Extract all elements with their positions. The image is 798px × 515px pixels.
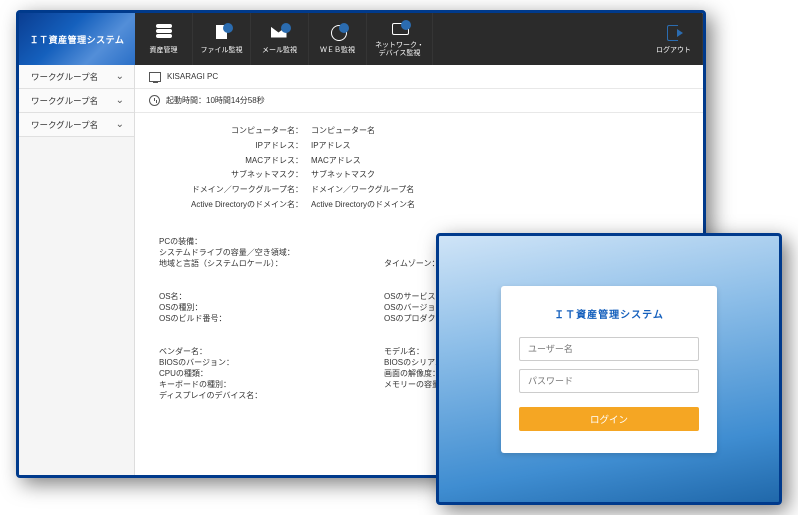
password-input[interactable] [519,369,699,393]
login-window: ＩＴ資産管理システム ログイン [436,233,782,505]
ip-value: IPアドレス [311,140,351,153]
brand-logo: ＩＴ資産管理システム [19,13,135,65]
subnet-value: サブネットマスク [311,169,375,182]
nav-network-label-2: デバイス監視 [379,50,421,57]
nav-logout[interactable]: ログアウト [645,13,703,65]
logout-icon [664,24,684,42]
monitor-icon [149,72,161,82]
domain-value: ドメイン／ワークグループ名 [311,184,414,197]
pc-name: KISARAGI PC [167,72,218,81]
database-icon [154,24,174,42]
sidebar-item-label: ワークグループ名 [31,71,98,83]
ip-label: IPアドレス： [159,140,311,153]
computer-name-value: コンピューター名 [311,125,375,138]
login-title: ＩＴ資産管理システム [519,306,699,321]
subnet-label: サブネットマスク： [159,169,311,182]
username-input[interactable] [519,337,699,361]
vendor-label: ベンダー名： [159,346,384,357]
file-icon [212,24,232,42]
header-bar: ＩＴ資産管理システム 資産管理 ファイル監視 メール監視 ＷＥＢ監視 ネ [19,13,703,65]
sidebar-item-workgroup-2[interactable]: ワークグループ名 ⌄ [19,89,134,113]
mac-value: MACアドレス [311,155,361,168]
uptime-row: 起動時間：10時間14分58秒 [135,89,703,113]
chevron-down-icon: ⌄ [116,95,124,106]
sidebar-item-label: ワークグループ名 [31,119,98,131]
sidebar-item-label: ワークグループ名 [31,95,98,107]
osbuild-label: OSのビルド番号： [159,313,384,324]
mac-label: MACアドレス： [159,155,311,168]
sidebar: ワークグループ名 ⌄ ワークグループ名 ⌄ ワークグループ名 ⌄ [19,65,135,475]
pc-row: KISARAGI PC [135,65,703,89]
globe-icon [328,24,348,42]
cpu-label: CPUの種類： [159,368,384,379]
biosver-label: BIOSのバージョン： [159,357,384,368]
nav-mail-label: メール監視 [262,45,297,55]
nav-logout-label: ログアウト [656,45,691,55]
uptime-label: 起動時間： [166,96,206,105]
ad-label: Active Directoryのドメイン名： [159,199,311,212]
nav-network-label-1: ネットワーク・ [375,42,424,49]
ostype-label: OSの種別： [159,302,384,313]
ad-value: Active Directoryのドメイン名 [311,199,415,212]
nav-assets-label: 資産管理 [150,45,178,55]
computer-name-label: コンピューター名： [159,125,311,138]
network-icon [390,21,410,39]
domain-label: ドメイン／ワークグループ名： [159,184,311,197]
login-button[interactable]: ログイン [519,407,699,431]
chevron-down-icon: ⌄ [116,71,124,82]
sidebar-item-workgroup-3[interactable]: ワークグループ名 ⌄ [19,113,134,137]
locale-label: 地域と言語（システムロケール）： [159,258,384,269]
nav-file[interactable]: ファイル監視 [193,13,251,65]
nav-file-label: ファイル監視 [201,45,243,55]
clock-icon [149,95,160,106]
nav: 資産管理 ファイル監視 メール監視 ＷＥＢ監視 ネットワーク・ デバイス監視 [135,13,703,65]
login-card: ＩＴ資産管理システム ログイン [501,286,717,453]
nav-network[interactable]: ネットワーク・ デバイス監視 [367,13,433,65]
keyboard-label: キーボードの種別： [159,379,384,390]
details-network: コンピューター名：コンピューター名 IPアドレス：IPアドレス MACアドレス：… [135,113,703,224]
nav-web-label: ＷＥＢ監視 [320,45,355,55]
uptime-value: 10時間14分58秒 [206,96,265,105]
osname-label: OS名： [159,291,384,302]
nav-mail[interactable]: メール監視 [251,13,309,65]
chevron-down-icon: ⌄ [116,119,124,130]
nav-assets[interactable]: 資産管理 [135,13,193,65]
sidebar-item-workgroup-1[interactable]: ワークグループ名 ⌄ [19,65,134,89]
nav-spacer [433,13,645,65]
nav-web[interactable]: ＷＥＢ監視 [309,13,367,65]
mail-icon [270,24,290,42]
